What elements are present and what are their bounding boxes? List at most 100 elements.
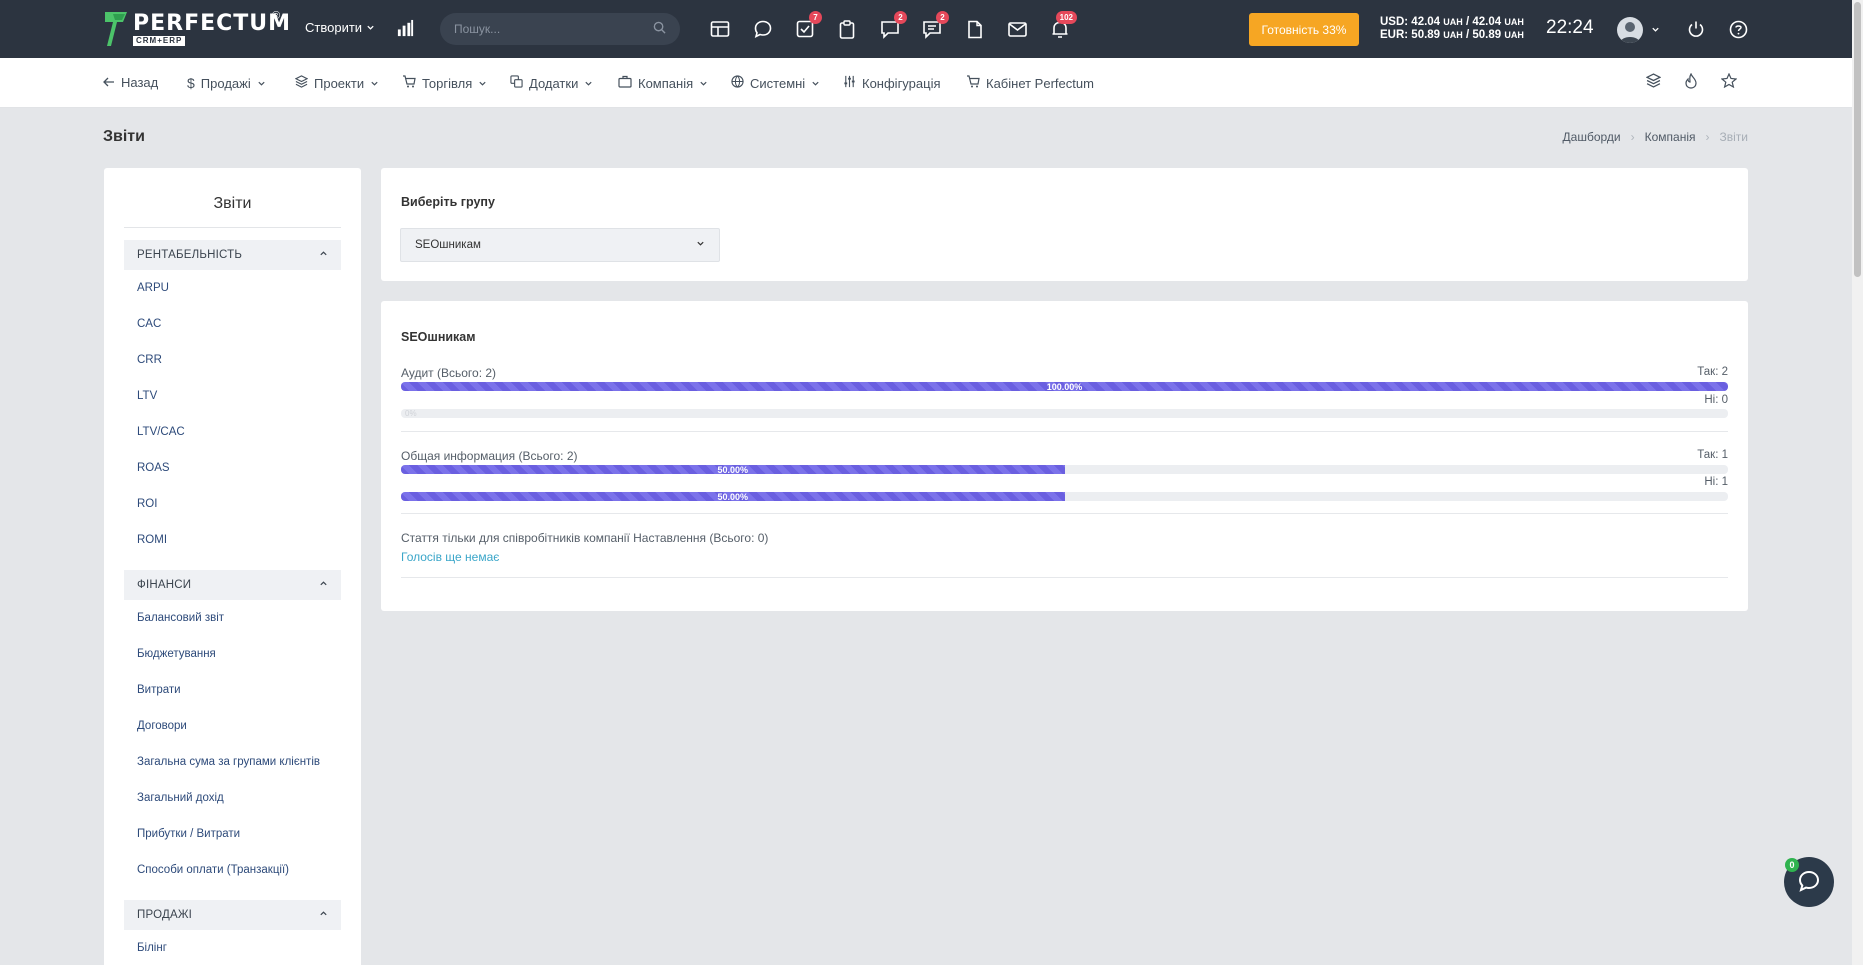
yes-percent: 100.00% — [1046, 382, 1083, 391]
scrollbar-thumb[interactable] — [1854, 2, 1861, 277]
sidebar-group-sales[interactable]: ПРОДАЖІ — [124, 900, 341, 930]
cart-icon — [402, 75, 416, 91]
star-icon[interactable] — [1720, 72, 1738, 91]
sidebar-title: Звіти — [124, 168, 341, 228]
chevron-down-icon — [478, 76, 487, 91]
chevron-down-icon — [584, 76, 593, 91]
no-votes-note: Голосів ще немає — [401, 550, 500, 564]
copy-icon — [510, 75, 523, 91]
sidebar-item-arpu[interactable]: ARPU — [124, 270, 341, 306]
sidebar-item-payment-methods[interactable]: Способи оплати (Транзакції) — [124, 852, 341, 888]
nav-sales[interactable]: $ Продажі — [187, 75, 266, 91]
document-icon[interactable] — [964, 18, 986, 40]
breadcrumb-dashboards[interactable]: Дашборди — [1563, 130, 1621, 144]
usd-rate-2: / 42.04 — [1466, 16, 1502, 28]
reports-sidebar: Звіти РЕНТАБЕЛЬНІСТЬ ARPU CAC CRR LTV LT… — [104, 168, 361, 965]
power-icon[interactable] — [1685, 18, 1707, 40]
sidebar-item-ltv[interactable]: LTV — [124, 378, 341, 414]
chat-bubble-icon[interactable] — [752, 18, 774, 40]
clipboard-icon[interactable] — [836, 18, 858, 40]
eur-rate: EUR: 50.89 — [1380, 29, 1441, 41]
nav-addons-label: Додатки — [529, 75, 579, 91]
dollar-icon: $ — [187, 75, 195, 91]
results-title: SEOшникам — [401, 330, 476, 344]
no-percent: 50.00% — [717, 492, 749, 501]
create-button[interactable]: Створити — [305, 20, 375, 35]
chevron-down-icon[interactable] — [1651, 22, 1660, 37]
nav-configuration[interactable]: Конфігурація — [843, 75, 941, 91]
notifications-badge: 102 — [1055, 11, 1077, 24]
chevron-right-icon: › — [1630, 130, 1635, 144]
page-title: Звіти — [103, 128, 145, 145]
yes-progress-fill: 50.00% — [401, 465, 1065, 474]
nav-projects-label: Проекти — [314, 75, 365, 91]
question-block: Общая информация (Всього: 2) Так: 1 50.0… — [401, 449, 1728, 501]
sidebar-item-contracts[interactable]: Договори — [124, 708, 341, 744]
search-box[interactable] — [440, 13, 680, 45]
nav-addons[interactable]: Додатки — [510, 75, 593, 91]
group-select[interactable]: SEOшникам — [400, 228, 720, 262]
nav-sales-label: Продажі — [200, 75, 251, 91]
question-block: Аудит (Всього: 2) Так: 2 100.00% Ні: 0 0… — [401, 366, 1728, 418]
nav-back-label: Назад — [121, 75, 159, 90]
readiness-button[interactable]: Готовність 33% — [1249, 13, 1359, 46]
sidebar-item-balance[interactable]: Балансовий звіт — [124, 600, 341, 636]
no-progress-bar: 50.00% — [401, 492, 1728, 501]
support-chat-icon[interactable]: 2 — [879, 11, 907, 40]
nav-trade[interactable]: Торгівля — [402, 75, 487, 91]
chevron-down-icon — [696, 239, 705, 251]
flame-icon[interactable] — [1684, 72, 1698, 92]
mail-icon[interactable] — [1006, 18, 1028, 40]
search-icon[interactable] — [653, 21, 666, 37]
chevron-down-icon — [257, 76, 266, 91]
chat-badge: 2 — [894, 11, 907, 24]
nav-company[interactable]: Компанія — [618, 75, 708, 91]
sidebar-item-roas[interactable]: ROAS — [124, 450, 341, 486]
yes-progress-fill: 100.00% — [401, 382, 1728, 391]
usd-rate: USD: 42.04 — [1380, 16, 1441, 28]
breadcrumb-company[interactable]: Компанія — [1645, 130, 1696, 144]
sidebar-item-roi[interactable]: ROI — [124, 486, 341, 522]
logo[interactable]: PERFECTUM CRM+ERP — [103, 10, 291, 48]
sidebar-item-billing[interactable]: Білінг — [124, 930, 341, 965]
nav-company-label: Компанія — [638, 75, 694, 91]
page-scrollbar[interactable] — [1852, 0, 1863, 965]
bell-icon[interactable]: 102 — [1049, 11, 1077, 40]
nav-back[interactable]: Назад — [103, 75, 158, 90]
comments-badge: 2 — [936, 11, 949, 24]
question-title: Общая информация (Всього: 2) — [401, 449, 578, 463]
help-icon[interactable] — [1727, 18, 1749, 40]
comments-icon[interactable]: 2 — [921, 11, 949, 40]
nav-projects[interactable]: Проекти — [294, 75, 379, 91]
group-label: ПРОДАЖІ — [137, 909, 193, 921]
tasks-checkbox-icon[interactable]: 7 — [794, 11, 822, 40]
avatar[interactable] — [1617, 17, 1643, 43]
divider — [401, 431, 1728, 432]
search-input[interactable] — [454, 22, 653, 36]
sidebar-item-expenses[interactable]: Витрати — [124, 672, 341, 708]
sidebar-item-romi[interactable]: ROMI — [124, 522, 341, 558]
sidebar-group-finance[interactable]: ФІНАНСИ — [124, 570, 341, 600]
sidebar-item-budgeting[interactable]: Бюджетування — [124, 636, 341, 672]
tasks-badge: 7 — [809, 11, 822, 24]
yes-percent: 50.00% — [717, 465, 749, 474]
create-label: Створити — [305, 20, 363, 35]
sidebar-item-total-income[interactable]: Загальний дохід — [124, 780, 341, 816]
logo-mark-icon — [103, 10, 129, 48]
sidebar-item-cac[interactable]: CAC — [124, 306, 341, 342]
sidebar-item-crr[interactable]: CRR — [124, 342, 341, 378]
nav-system[interactable]: Системні — [731, 75, 820, 91]
arrow-left-icon — [103, 75, 115, 90]
clock: 22:24 — [1546, 17, 1594, 38]
group-label: РЕНТАБЕЛЬНІСТЬ — [137, 249, 243, 261]
calendar-grid-icon[interactable] — [709, 18, 731, 40]
nav-cabinet[interactable]: Кабінет Perfectum — [966, 75, 1094, 91]
sidebar-group-profitability[interactable]: РЕНТАБЕЛЬНІСТЬ — [124, 240, 341, 270]
sidebar-item-client-groups-total[interactable]: Загальна сума за групами клієнтів — [124, 744, 341, 780]
sidebar-item-ltv-cac[interactable]: LTV/CAC — [124, 414, 341, 450]
sidebar-item-income-expenses[interactable]: Прибутки / Витрати — [124, 816, 341, 852]
layers-icon[interactable] — [1645, 73, 1662, 91]
nav-system-label: Системні — [750, 75, 806, 91]
bar-chart-icon[interactable] — [396, 19, 415, 41]
logo-subtitle: CRM+ERP — [133, 36, 185, 46]
